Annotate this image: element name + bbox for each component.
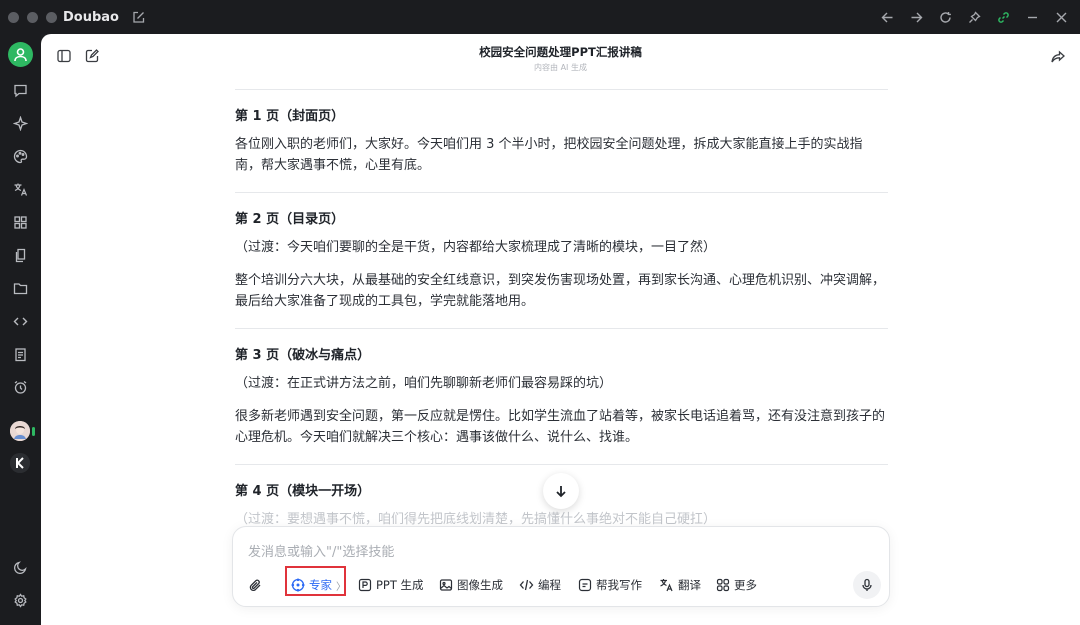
edit-window-icon[interactable] (129, 8, 147, 26)
expert-label: 专家 (309, 578, 332, 592)
grid-icon (716, 578, 730, 592)
folder-icon[interactable] (10, 278, 31, 299)
page-title: 校园安全问题处理PPT汇报讲稿 (479, 45, 642, 59)
attach-button[interactable] (248, 571, 263, 599)
message-composer: 发消息或输入"/"选择技能 专家 〉 PPT 生成 图像生成 编程 帮我写作 翻… (232, 526, 890, 607)
sparkle-icon[interactable] (10, 113, 31, 134)
title-bar-actions (878, 0, 1070, 34)
paperclip-icon (249, 579, 261, 591)
message-input[interactable]: 发消息或输入"/"选择技能 (248, 541, 394, 560)
section-paragraph: 整个培训分六大块，从最基础的安全红线意识，到突发伤害现场处置，再到家长沟通、心理… (235, 273, 886, 309)
app-title: Doubao (63, 9, 119, 25)
section-title: 第 1 页（封面页） (235, 109, 345, 124)
ai-generated-note: 内容由 AI 生成 (534, 63, 587, 72)
back-arrow-icon[interactable] (878, 8, 896, 26)
close-icon[interactable] (1052, 8, 1070, 26)
ppt-icon (358, 578, 372, 592)
k-app-icon[interactable] (10, 453, 30, 473)
section-paragraph: 各位刚入职的老师们，大家好。今天咱们用 3 个半小时，把校园安全问题处理，拆成大… (235, 137, 863, 173)
maximize-window-button[interactable] (46, 11, 57, 23)
more-tools-button[interactable]: 更多 (716, 571, 757, 599)
section-paragraph: 很多新老师遇到安全问题，第一反应就是愣住。比如学生流血了站着等，被家长电话追着骂… (235, 409, 886, 445)
minimize-window-button[interactable] (27, 11, 38, 23)
slide-section-2: 第 2 页（目录页） （过渡：今天咱们要聊的全是干货，内容都给大家梳理成了清晰的… (235, 193, 888, 312)
image-icon (439, 579, 453, 591)
code-icon (519, 579, 534, 591)
forward-arrow-icon[interactable] (907, 8, 925, 26)
translate-label: 翻译 (678, 578, 701, 592)
writing-icon (578, 578, 592, 592)
settings-gear-icon[interactable] (10, 590, 31, 611)
document-content: 第 1 页（封面页） 各位刚入职的老师们，大家好。今天咱们用 3 个半小时，把校… (235, 89, 888, 530)
coding-button[interactable]: 编程 (519, 571, 561, 599)
section-title: 第 2 页（目录页） (235, 212, 345, 227)
ppt-generate-label: PPT 生成 (376, 578, 424, 592)
notes-icon[interactable] (10, 344, 31, 365)
documents-icon[interactable] (10, 245, 31, 266)
expert-mode-button[interactable]: 专家 〉 (291, 571, 346, 599)
palette-icon[interactable] (10, 146, 31, 167)
online-indicator (32, 427, 35, 436)
pin-icon[interactable] (965, 8, 983, 26)
apps-grid-icon[interactable] (10, 212, 31, 233)
ppt-generate-button[interactable]: PPT 生成 (358, 571, 424, 599)
translate-icon[interactable] (10, 179, 31, 200)
dark-mode-icon[interactable] (10, 557, 31, 578)
expert-icon (291, 578, 305, 592)
section-transition: （过渡：今天咱们要聊的全是干货，内容都给大家梳理成了清晰的模块，一目了然） (235, 240, 717, 255)
main-panel: 校园安全问题处理PPT汇报讲稿 内容由 AI 生成 第 1 页（封面页） 各位刚… (41, 34, 1080, 625)
section-transition: （过渡：在正式讲方法之前，咱们先聊聊新老师们最容易踩的坑） (235, 376, 613, 391)
scroll-to-bottom-button[interactable] (543, 473, 579, 509)
chevron-right-icon: 〉 (336, 581, 346, 593)
voice-input-button[interactable] (853, 571, 881, 599)
arrow-down-icon (556, 486, 566, 498)
link-icon[interactable] (994, 8, 1012, 26)
sidebar (0, 34, 41, 625)
microphone-icon (862, 578, 872, 591)
writing-assistant-button[interactable]: 帮我写作 (578, 571, 642, 599)
section-title: 第 3 页（破冰与痛点） (235, 348, 371, 363)
coding-label: 编程 (538, 578, 561, 592)
alarm-clock-icon[interactable] (10, 377, 31, 398)
translate-icon (660, 579, 673, 592)
share-icon[interactable] (1050, 49, 1066, 69)
writing-assistant-label: 帮我写作 (596, 578, 642, 592)
refresh-icon[interactable] (936, 8, 954, 26)
user-avatar[interactable] (8, 42, 33, 67)
image-generate-label: 图像生成 (457, 578, 503, 592)
code-icon[interactable] (10, 311, 31, 332)
image-generate-button[interactable]: 图像生成 (439, 571, 503, 599)
translate-button[interactable]: 翻译 (659, 571, 701, 599)
slide-section-1: 第 1 页（封面页） 各位刚入职的老师们，大家好。今天咱们用 3 个半小时，把校… (235, 90, 888, 176)
window-controls (8, 11, 57, 23)
slide-section-3: 第 3 页（破冰与痛点） （过渡：在正式讲方法之前，咱们先聊聊新老师们最容易踩的… (235, 329, 888, 448)
more-tools-label: 更多 (734, 578, 757, 592)
title-bar: Doubao (0, 0, 1080, 34)
close-window-button[interactable] (8, 11, 19, 23)
minimize-icon[interactable] (1023, 8, 1041, 26)
agent-avatar-icon[interactable] (10, 421, 30, 441)
chat-icon[interactable] (10, 80, 31, 101)
composer-toolbar: 专家 〉 PPT 生成 图像生成 编程 帮我写作 翻译 更多 (233, 566, 889, 599)
